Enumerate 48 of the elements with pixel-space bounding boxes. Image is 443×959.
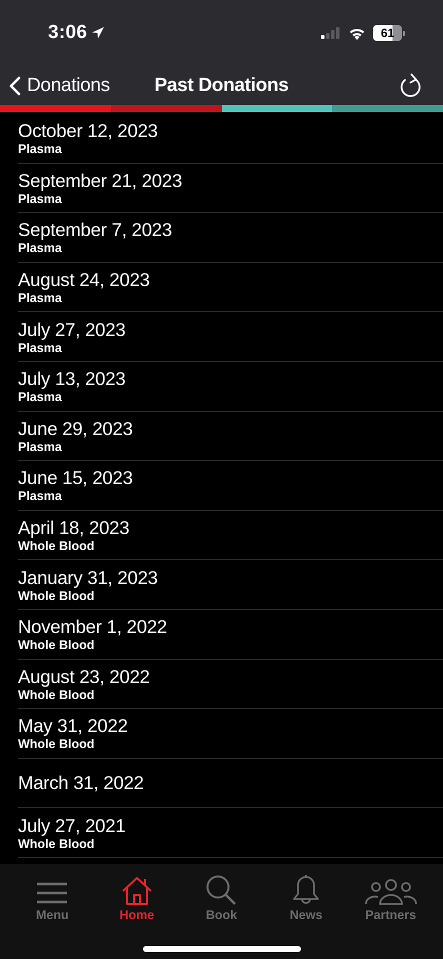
chevron-left-icon bbox=[9, 76, 21, 96]
house-icon bbox=[120, 876, 153, 906]
back-button[interactable]: Donations bbox=[9, 74, 110, 96]
donation-type: Plasma bbox=[18, 192, 62, 206]
donation-date: September 7, 2023 bbox=[18, 219, 172, 242]
tab-menu[interactable]: Menu bbox=[10, 872, 95, 922]
menu-icon bbox=[35, 880, 70, 906]
donation-type: Plasma bbox=[18, 440, 62, 454]
donation-date: September 21, 2023 bbox=[18, 170, 182, 192]
signal-icon bbox=[321, 27, 341, 39]
wifi-icon bbox=[348, 26, 366, 40]
donation-date: July 13, 2023 bbox=[18, 368, 126, 390]
donation-type: Plasma bbox=[18, 340, 62, 355]
location-arrow-icon bbox=[91, 26, 106, 40]
refresh-icon[interactable] bbox=[399, 72, 423, 98]
donation-type: Whole Blood bbox=[18, 688, 94, 702]
tab-news[interactable]: News bbox=[264, 872, 348, 922]
donation-date: June 29, 2023 bbox=[18, 418, 133, 440]
donation-type: Plasma bbox=[18, 241, 62, 256]
donation-type: Whole Blood bbox=[18, 737, 94, 752]
donation-type: Plasma bbox=[18, 489, 62, 504]
clock-time: 3:06 bbox=[48, 22, 88, 44]
donation-date: July 27, 2023 bbox=[18, 318, 126, 341]
donation-type: Whole Blood bbox=[18, 638, 94, 652]
donation-date: November 1, 2022 bbox=[18, 616, 168, 638]
tab-book[interactable]: Book bbox=[179, 872, 264, 922]
donation-date: July 27, 2021 bbox=[18, 814, 126, 837]
donation-type: Whole Blood bbox=[18, 836, 94, 851]
donation-type: Plasma bbox=[18, 142, 62, 156]
donation-type: Whole Blood bbox=[18, 588, 94, 603]
tab-partners[interactable]: Partners bbox=[348, 872, 433, 922]
donation-type: Plasma bbox=[18, 291, 62, 306]
donation-type: Whole Blood bbox=[18, 539, 94, 554]
donation-type: Plasma bbox=[18, 390, 62, 404]
people-icon bbox=[364, 878, 417, 906]
screen-title: Past Donations bbox=[154, 74, 289, 96]
search-icon bbox=[205, 874, 238, 906]
donation-date: April 18, 2023 bbox=[18, 517, 130, 540]
donation-date: August 24, 2023 bbox=[18, 269, 150, 292]
donation-date: June 15, 2023 bbox=[18, 467, 133, 490]
donation-date: August 23, 2022 bbox=[18, 666, 150, 688]
donation-date: January 31, 2023 bbox=[18, 566, 158, 589]
donation-date: May 31, 2022 bbox=[18, 715, 128, 738]
donation-date: March 31, 2022 bbox=[18, 772, 144, 794]
battery-level: 61 bbox=[373, 25, 402, 41]
donation-date: October 12, 2023 bbox=[18, 120, 158, 142]
bell-icon bbox=[291, 874, 322, 906]
tab-home[interactable]: Home bbox=[94, 872, 180, 922]
